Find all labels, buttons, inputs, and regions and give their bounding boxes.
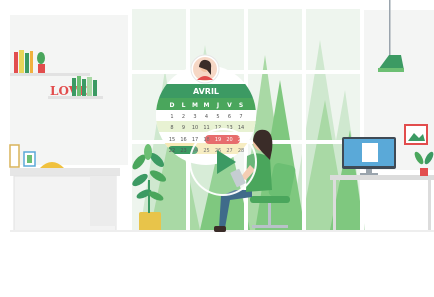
video-thumbnail[interactable]: LOVE AVRIL D L M M J V S 1 2 3 4 5 6 7 8… <box>0 0 434 297</box>
calendar-date: 8 <box>170 125 173 131</box>
calendar-date: 23 <box>180 148 186 154</box>
calendar-date: 4 <box>205 114 208 120</box>
play-icon <box>217 150 236 174</box>
calendar-date: 6 <box>228 114 231 120</box>
calendar-date: 15 <box>169 137 175 143</box>
calendar-date: 5 <box>216 114 219 120</box>
calendar-weekday: L <box>182 102 186 109</box>
love-sign: LOVE <box>50 84 87 98</box>
calendar-weekday: M <box>204 102 210 109</box>
calendar-weekday: M <box>192 102 198 109</box>
left-cabinet <box>10 162 120 232</box>
calendar-weekday: V <box>227 102 232 109</box>
calendar-date: 2 <box>182 114 185 120</box>
calendar-date: 22 <box>169 148 175 154</box>
calendar-weekday: S <box>239 102 243 109</box>
calendar-date: 16 <box>180 137 186 143</box>
calendar-date: 1 <box>170 114 173 120</box>
calendar-date: 9 <box>182 125 185 131</box>
calendar-weekday: J <box>216 102 219 109</box>
calendar-month: AVRIL <box>193 87 219 96</box>
calendar-date: 3 <box>193 114 196 120</box>
calendar-weekday: D <box>170 102 175 109</box>
calendar-date: 7 <box>239 114 242 120</box>
play-button[interactable] <box>189 128 257 196</box>
